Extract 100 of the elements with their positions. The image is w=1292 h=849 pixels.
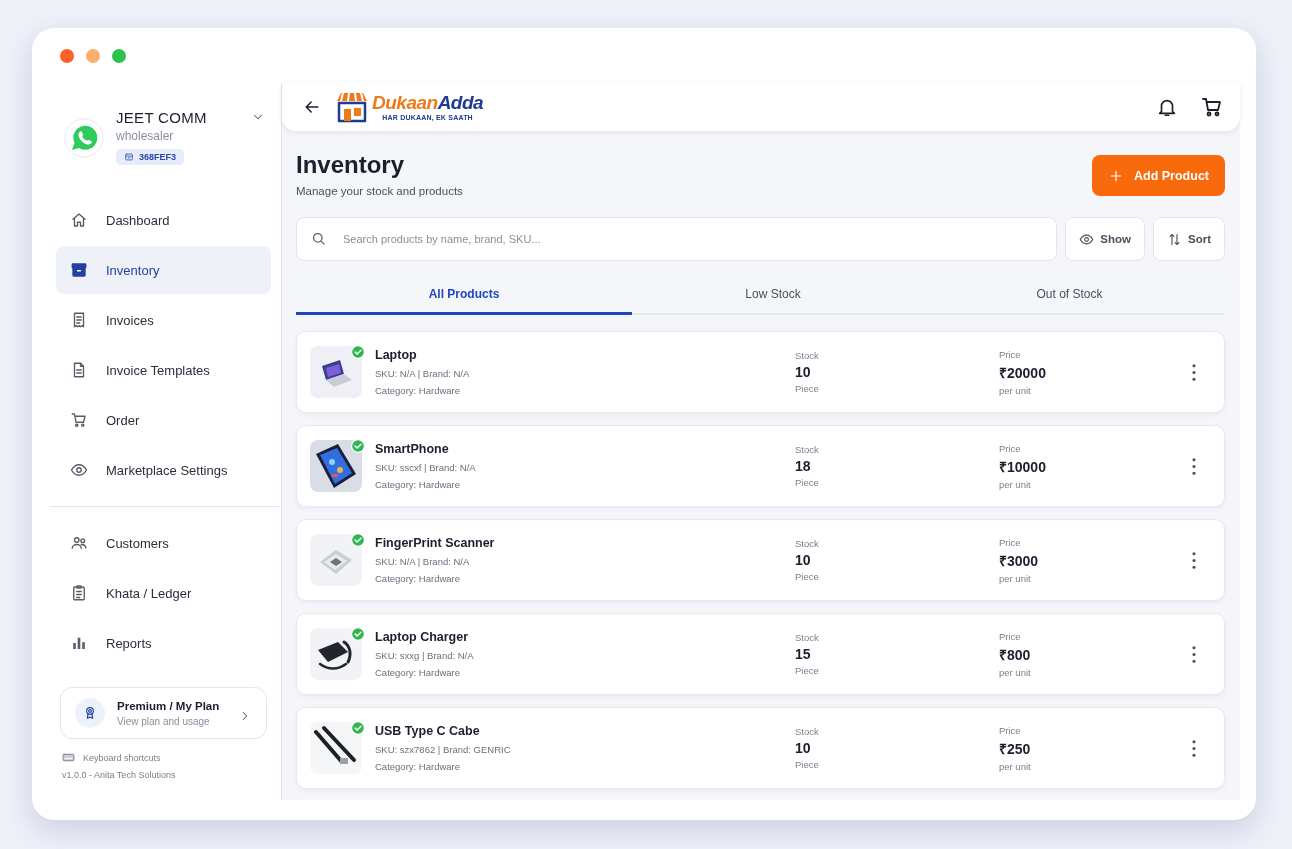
product-sku-brand: SKU: sxxg | Brand: N/A <box>375 650 475 661</box>
sidebar-item[interactable]: Reports <box>56 619 271 667</box>
price-label: Price <box>999 630 1022 642</box>
product-name: Laptop Charger <box>375 630 470 644</box>
sort-button[interactable]: Sort <box>1153 217 1225 261</box>
product-sku-brand: SKU: szx7862 | Brand: GENRIC <box>375 744 512 755</box>
product-name: Laptop <box>375 348 418 362</box>
page-title: Inventory <box>296 151 406 179</box>
product-card[interactable]: SmartPhone SKU: sscxf | Brand: N/A Category: Hardware Stock 18 Piece Price ₹10000 per unit <box>296 425 1225 507</box>
search-field[interactable]: Search products by name, brand, SKU... <box>296 217 1058 261</box>
plan-card[interactable]: Premium / My Plan View plan and usage <box>60 687 267 739</box>
account-name: JEET COMM <box>116 109 208 126</box>
vertical-dots-icon <box>1192 645 1196 663</box>
home-icon <box>70 211 88 229</box>
price-value: ₹250 <box>999 739 1032 758</box>
sidebar-item[interactable]: Customers <box>56 519 271 567</box>
show-button[interactable]: Show <box>1065 217 1145 261</box>
product-category: Category: Hardware <box>375 761 461 772</box>
stock-label: Stock <box>795 444 820 455</box>
eye-icon <box>1079 231 1095 247</box>
stock-value: 15 <box>795 646 812 662</box>
people-icon <box>70 534 88 552</box>
clipboard-icon <box>70 584 88 602</box>
product-sku-brand: SKU: N/A | Brand: N/A <box>375 556 471 567</box>
sidebar-item[interactable]: Khata / Ledger <box>56 569 271 617</box>
award-icon <box>75 698 105 728</box>
sidebar-item[interactable]: Dashboard <box>56 196 271 244</box>
stock-value: 10 <box>795 740 812 756</box>
cart-button[interactable] <box>1200 95 1224 119</box>
stock-label: Stock <box>795 632 820 643</box>
stock-unit: Piece <box>795 383 820 394</box>
stock-unit: Piece <box>795 571 820 582</box>
price-label: Price <box>999 348 1022 360</box>
price-value: ₹3000 <box>999 551 1040 570</box>
product-card[interactable]: USB Type C Cabe SKU: szx7862 | Brand: GENRIC Category: Hardware Stock 10 Piece Price ₹250 per unit <box>296 707 1225 789</box>
archive-box-icon <box>70 261 88 279</box>
stock-label: Stock <box>795 350 820 361</box>
product-category: Category: Hardware <box>375 479 461 490</box>
filter-tab[interactable]: Low Stock <box>632 275 914 315</box>
sidebar-item[interactable]: Inventory <box>56 246 271 294</box>
price-unit: per unit <box>999 478 1032 490</box>
eye-icon <box>70 461 88 479</box>
product-sku-brand: SKU: N/A | Brand: N/A <box>375 368 471 379</box>
price-unit: per unit <box>999 384 1032 396</box>
plan-title: Premium / My Plan <box>117 699 221 712</box>
product-sku-brand: SKU: sscxf | Brand: N/A <box>375 462 477 473</box>
price-label: Price <box>999 724 1022 736</box>
product-name: USB Type C Cabe <box>375 724 481 738</box>
stock-unit: Piece <box>795 759 820 770</box>
account-code-badge: 368FEF3 <box>116 149 185 165</box>
price-value: ₹20000 <box>999 363 1047 382</box>
keyboard-shortcuts-link[interactable]: Keyboard shortcuts <box>83 752 161 763</box>
product-card[interactable]: Laptop Charger SKU: sxxg | Brand: N/A Category: Hardware Stock 15 Piece Price ₹800 per unit <box>296 613 1225 695</box>
product-card[interactable]: Laptop SKU: N/A | Brand: N/A Category: Hardware Stock 10 Piece Price ₹20000 per unit <box>296 331 1225 413</box>
vertical-dots-icon <box>1192 739 1196 757</box>
price-unit: per unit <box>999 760 1032 772</box>
sidebar-item[interactable]: Invoices <box>56 296 271 344</box>
stock-value: 10 <box>795 552 812 568</box>
store-icon <box>124 152 134 162</box>
plan-subtitle: View plan and usage <box>117 715 211 727</box>
product-name: FingerPrint Scanner <box>375 536 496 550</box>
maximize-dot[interactable] <box>112 49 126 63</box>
sort-arrows-icon <box>1167 231 1182 247</box>
vertical-dots-icon <box>1192 457 1196 475</box>
sidebar-item[interactable]: Invoice Templates <box>56 346 271 394</box>
cart-icon <box>70 411 88 429</box>
product-category: Category: Hardware <box>375 385 461 396</box>
version-text: v1.0.0 - Anita Tech Solutions <box>62 770 177 780</box>
vertical-dots-icon <box>1192 551 1196 569</box>
price-unit: per unit <box>999 666 1032 678</box>
close-dot[interactable] <box>60 49 74 63</box>
sidebar-item[interactable]: Marketplace Settings <box>56 446 271 494</box>
price-value: ₹800 <box>999 645 1032 664</box>
price-value: ₹10000 <box>999 457 1047 476</box>
product-name: SmartPhone <box>375 442 450 456</box>
logo-wordmark: DukaanAdda <box>372 93 484 112</box>
vertical-dots-icon <box>1192 363 1196 381</box>
product-card[interactable]: FingerPrint Scanner SKU: N/A | Brand: N/A Category: Hardware Stock 10 Piece Price ₹3000 per unit <box>296 519 1225 601</box>
chat-app-avatar-icon <box>64 118 104 158</box>
stock-label: Stock <box>795 538 820 549</box>
filter-tab[interactable]: Out of Stock <box>914 275 1225 315</box>
search-icon <box>310 230 327 247</box>
price-label: Price <box>999 442 1022 454</box>
page-subtitle: Manage your stock and products <box>296 185 463 197</box>
cart-icon <box>1200 95 1224 119</box>
product-category: Category: Hardware <box>375 667 461 678</box>
stock-value: 10 <box>795 364 812 380</box>
stock-unit: Piece <box>795 665 820 676</box>
filter-tab[interactable]: All Products <box>296 275 632 315</box>
stock-label: Stock <box>795 726 820 737</box>
price-unit: per unit <box>999 572 1032 584</box>
minimize-dot[interactable] <box>86 49 100 63</box>
sidebar-item[interactable]: Order <box>56 396 271 444</box>
shop-logo-icon <box>334 91 370 123</box>
price-label: Price <box>999 536 1022 548</box>
stock-value: 18 <box>795 458 812 474</box>
account-role: wholesaler <box>116 129 175 143</box>
stock-unit: Piece <box>795 477 820 488</box>
product-category: Category: Hardware <box>375 573 461 584</box>
keyboard-icon <box>62 751 75 764</box>
